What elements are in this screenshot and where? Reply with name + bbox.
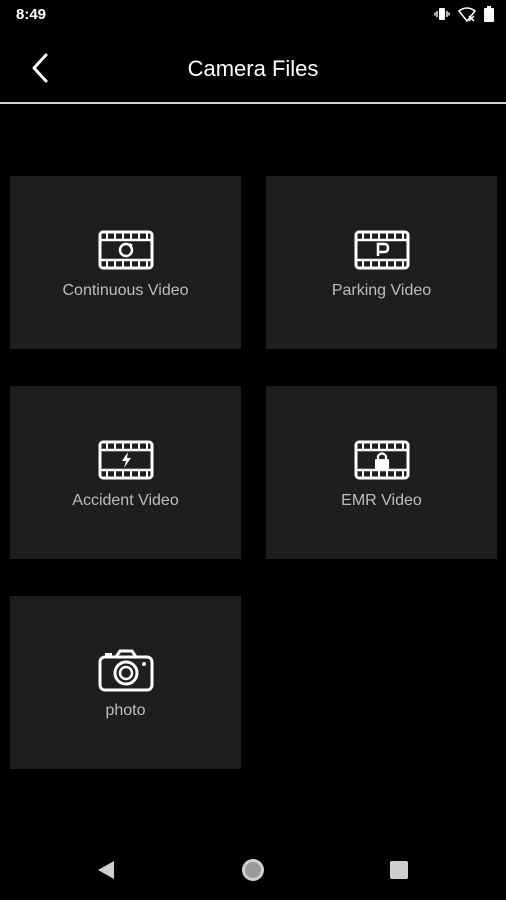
film-lightning-icon: [98, 440, 154, 480]
tile-label: EMR Video: [341, 492, 422, 509]
status-icons: [434, 6, 494, 22]
tile-label: photo: [105, 702, 146, 719]
tile-parking-video[interactable]: Parking Video: [266, 176, 497, 349]
camera-icon: [98, 649, 154, 692]
page-title: Camera Files: [187, 56, 319, 81]
nav-recents-button[interactable]: [383, 854, 415, 886]
vibrate-icon: [434, 6, 450, 22]
back-triangle-icon: [98, 861, 114, 879]
tile-continuous-video[interactable]: Continuous Video: [10, 176, 241, 349]
home-circle-icon: [242, 859, 264, 881]
tile-photo[interactable]: photo: [10, 596, 241, 769]
header-divider: [0, 102, 506, 104]
wifi-off-icon: [458, 6, 476, 22]
film-parking-icon: [354, 230, 410, 270]
tile-label: Parking Video: [331, 282, 432, 299]
system-nav-bar: [0, 840, 506, 900]
app-bar: Camera Files: [0, 32, 506, 102]
tile-label: Accident Video: [72, 492, 179, 509]
film-lock-icon: [354, 440, 410, 480]
nav-home-button[interactable]: [237, 854, 269, 886]
status-bar: 8:49: [0, 0, 506, 32]
nav-back-button[interactable]: [90, 854, 122, 886]
recents-square-icon: [390, 861, 408, 879]
tile-emr-video[interactable]: EMR Video: [266, 386, 497, 559]
battery-icon: [484, 6, 494, 22]
film-loop-icon: [98, 230, 154, 270]
status-time: 8:49: [16, 6, 47, 23]
tile-label: Continuous Video: [62, 282, 189, 299]
tile-accident-video[interactable]: Accident Video: [10, 386, 241, 559]
